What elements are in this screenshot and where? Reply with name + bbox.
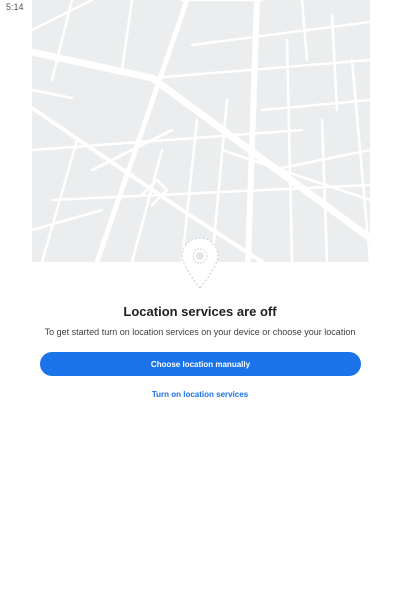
choose-location-manually-button[interactable]: Choose location manually bbox=[40, 352, 361, 376]
location-pin-icon bbox=[181, 237, 219, 289]
turn-on-location-services-link[interactable]: Turn on location services bbox=[0, 390, 400, 399]
page-message: To get started turn on location services… bbox=[44, 327, 356, 337]
status-time: 5:14 bbox=[6, 2, 24, 12]
map-illustration bbox=[32, 0, 370, 262]
page-title: Location services are off bbox=[123, 304, 277, 319]
